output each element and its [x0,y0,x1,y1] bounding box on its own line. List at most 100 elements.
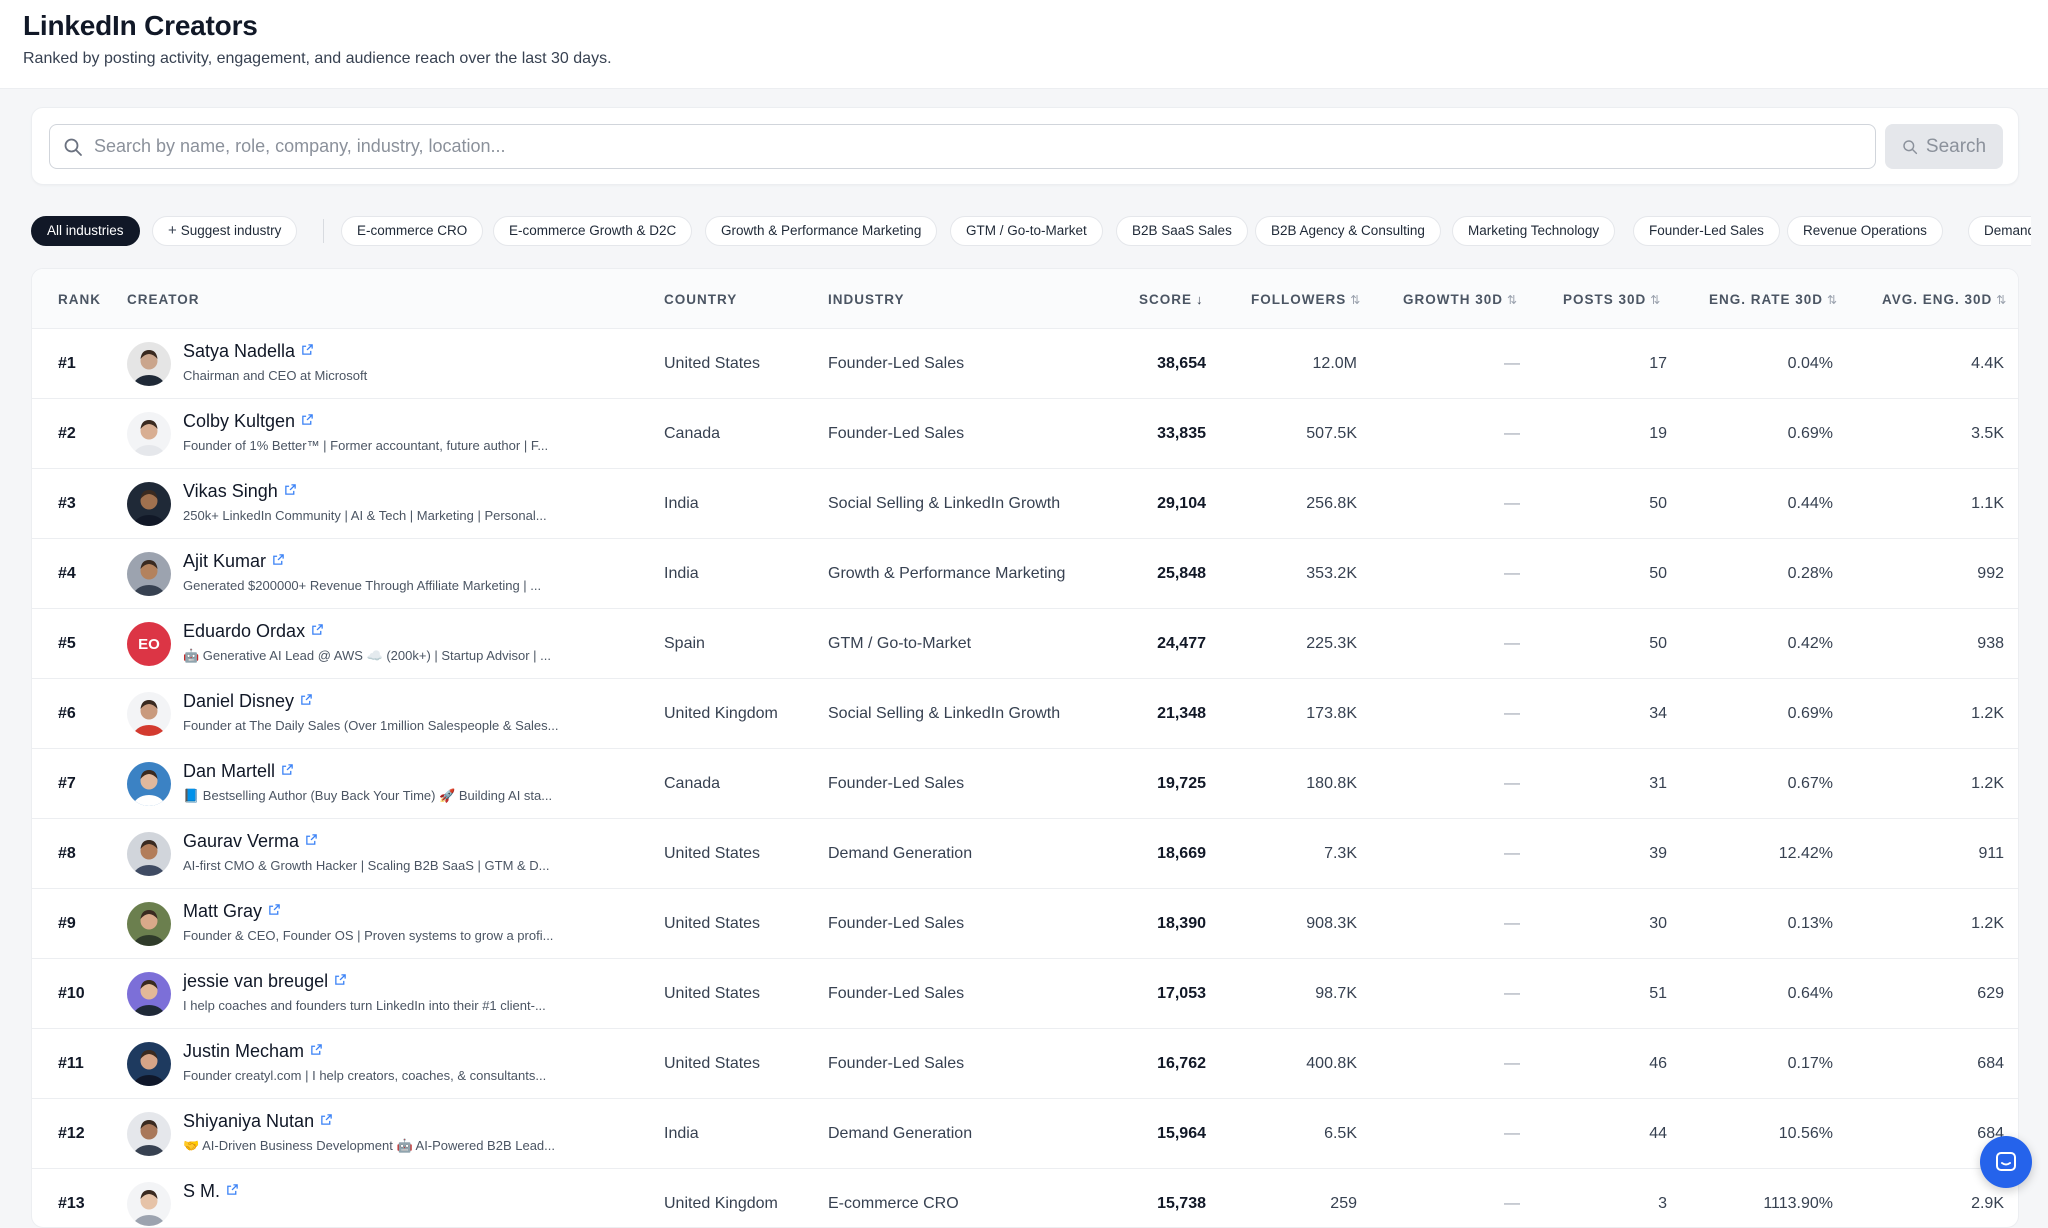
growth-30d: — [1504,355,1520,372]
external-link-icon[interactable] [226,1183,239,1196]
search-box[interactable] [49,124,1876,169]
chip-industry[interactable]: B2B Agency & Consulting [1255,216,1441,246]
col-avg-eng[interactable]: AVG. ENG. 30D ⇅ [1882,292,2006,307]
external-link-icon[interactable] [281,763,294,776]
external-link-icon[interactable] [320,1113,333,1126]
table-row[interactable]: #7 Dan Martell 📘 Bestselling Author (Buy B… [32,749,2018,819]
table-row[interactable]: #1 Satya Nadella Chairman and CEO at Micro… [32,329,2018,399]
col-country: COUNTRY [664,292,738,307]
industry: Founder-Led Sales [828,775,965,792]
chip-all-industries[interactable]: All industries [31,216,140,246]
creator-name[interactable]: S M. [183,1181,239,1202]
table-row[interactable]: #6 Daniel Disney Founder at The Daily Sale… [32,679,2018,749]
creator-name-text[interactable]: Shiyaniya Nutan [183,1111,314,1131]
external-link-icon[interactable] [310,1043,323,1056]
growth-30d: — [1504,915,1520,932]
creator-name-text[interactable]: Ajit Kumar [183,551,266,571]
external-link-icon[interactable] [311,623,324,636]
creator-name-text[interactable]: Dan Martell [183,761,275,781]
table-row[interactable]: #11 Justin Mecham Founder creatyl.com | I … [32,1029,2018,1099]
chip-suggest-industry[interactable]: + Suggest industry [152,216,298,246]
external-link-icon[interactable] [272,553,285,566]
country: United States [664,915,761,932]
creator-name-text[interactable]: Justin Mecham [183,1041,304,1061]
search-input[interactable] [94,125,1864,168]
creator-name[interactable]: Ajit Kumar [183,551,285,572]
industry: GTM / Go-to-Market [828,635,972,652]
creator-name[interactable]: Justin Mecham [183,1041,323,1062]
creator-name-text[interactable]: Eduardo Ordax [183,621,305,641]
followers: 225.3K [1306,635,1357,652]
external-link-icon[interactable] [305,833,318,846]
chip-industry[interactable]: GTM / Go-to-Market [950,216,1103,246]
creator-name[interactable]: Daniel Disney [183,691,313,712]
chip-industry[interactable]: Founder-Led Sales [1633,216,1780,246]
table-row[interactable]: #12 Shiyaniya Nutan 🤝 AI-Driven Business D… [32,1099,2018,1169]
creator-name-text[interactable]: Daniel Disney [183,691,294,711]
chip-industry[interactable]: Revenue Operations [1787,216,1943,246]
creator-name[interactable]: Vikas Singh [183,481,297,502]
table-row[interactable]: #4 Ajit Kumar Generated $200000+ Revenue T… [32,539,2018,609]
creator-name-text[interactable]: Colby Kultgen [183,411,295,431]
table-row[interactable]: #3 Vikas Singh 250k+ LinkedIn Community | … [32,469,2018,539]
creator-name-text[interactable]: jessie van breugel [183,971,328,991]
creator-name-text[interactable]: Satya Nadella [183,341,295,361]
external-link-icon[interactable] [334,973,347,986]
avg-eng-30d: 3.5K [1971,425,2004,442]
creator-name-text[interactable]: Matt Gray [183,901,262,921]
creator-name[interactable]: jessie van breugel [183,971,347,992]
country: United Kingdom [664,705,778,722]
chip-industry[interactable]: Growth & Performance Marketing [705,216,938,246]
external-link-icon[interactable] [284,483,297,496]
table-row[interactable]: #8 Gaurav Verma AI-first CMO & Growth Hack… [32,819,2018,889]
external-link-icon[interactable] [301,413,314,426]
rank: #9 [58,915,76,932]
creator-name-text[interactable]: S M. [183,1181,220,1201]
col-score[interactable]: SCORE ↓ [1139,292,1203,307]
col-growth[interactable]: GROWTH 30D ⇅ [1403,292,1517,307]
growth-30d: — [1504,1195,1520,1212]
creator-name[interactable]: Gaurav Verma [183,831,318,852]
eng-rate-30d: 0.04% [1787,355,1833,372]
chip-industry[interactable]: E-commerce Growth & D2C [493,216,693,246]
growth-30d: — [1504,495,1520,512]
posts-30d: 3 [1658,1195,1667,1212]
creator-name[interactable]: Matt Gray [183,901,281,922]
creator-name[interactable]: Eduardo Ordax [183,621,324,642]
country: Canada [664,775,721,792]
growth-30d: — [1504,775,1520,792]
col-industry: INDUSTRY [828,292,905,307]
col-posts[interactable]: POSTS 30D ⇅ [1563,292,1660,307]
chip-industry[interactable]: E-commerce CRO [341,216,484,246]
search-button[interactable]: Search [1885,124,2003,169]
avatar [127,1112,171,1156]
eng-rate-30d: 0.28% [1787,565,1833,582]
chip-industry[interactable]: Demand [1968,216,2031,246]
creator-name-text[interactable]: Gaurav Verma [183,831,299,851]
country: India [664,495,699,512]
external-link-icon[interactable] [301,343,314,356]
creator-name-text[interactable]: Vikas Singh [183,481,278,501]
creator-name[interactable]: Satya Nadella [183,341,314,362]
chat-button[interactable] [1980,1136,2032,1188]
chip-industry[interactable]: Marketing Technology [1452,216,1616,246]
eng-rate-30d: 0.64% [1787,985,1833,1002]
external-link-icon[interactable] [300,693,313,706]
industry: Growth & Performance Marketing [828,565,1066,582]
table-row[interactable]: #9 Matt Gray Founder & CEO, Founder OS | P… [32,889,2018,959]
external-link-icon[interactable] [268,903,281,916]
col-eng-rate[interactable]: ENG. RATE 30D ⇅ [1709,292,1837,307]
posts-30d: 46 [1649,1055,1667,1072]
followers: 6.5K [1324,1125,1357,1142]
avatar [127,832,171,876]
chip-industry[interactable]: B2B SaaS Sales [1116,216,1248,246]
table-row[interactable]: #10 jessie van breugel I help coaches and … [32,959,2018,1029]
table-row[interactable]: #2 Colby Kultgen Founder of 1% Better™ | F… [32,399,2018,469]
creator-name[interactable]: Colby Kultgen [183,411,314,432]
creator-name[interactable]: Shiyaniya Nutan [183,1111,333,1132]
avg-eng-30d: 629 [1977,985,2004,1002]
table-row[interactable]: #13 S M. United Kingdom E-commerce CRO 15,73… [32,1169,2018,1227]
creator-name[interactable]: Dan Martell [183,761,294,782]
table-row[interactable]: #5 EO Eduardo Ordax 🤖 Generative AI Lead @ … [32,609,2018,679]
col-followers[interactable]: FOLLOWERS ⇅ [1251,292,1360,307]
